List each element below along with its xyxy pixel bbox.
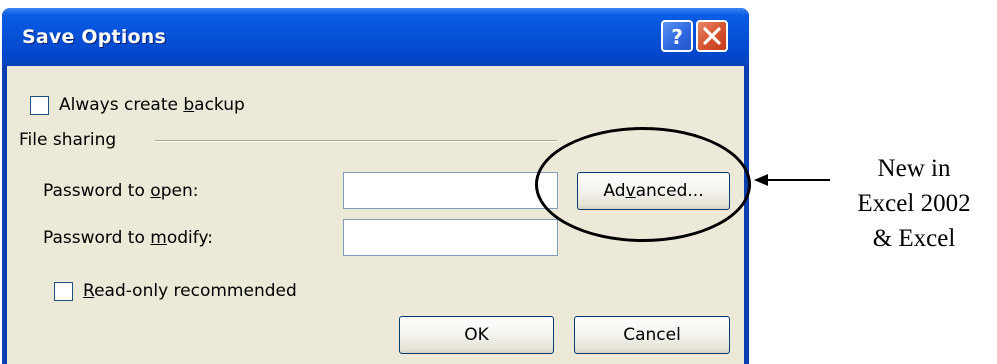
password-modify-label: Password to modify: bbox=[43, 228, 213, 248]
backup-label[interactable]: Always create backup bbox=[59, 95, 245, 115]
annotation-note: New in Excel 2002 & Excel bbox=[834, 151, 994, 256]
annotation-line: New in bbox=[877, 155, 951, 182]
close-x-icon bbox=[703, 27, 721, 45]
password-open-label: Password to open: bbox=[43, 181, 199, 201]
file-sharing-group-label: File sharing bbox=[19, 130, 117, 150]
backup-checkbox[interactable] bbox=[30, 96, 49, 115]
annotation-line: Excel 2002 bbox=[857, 190, 971, 217]
ok-button[interactable]: OK bbox=[399, 316, 554, 354]
close-button[interactable] bbox=[696, 20, 728, 52]
group-separator bbox=[155, 140, 557, 142]
password-modify-input[interactable] bbox=[343, 219, 558, 256]
annotation-line: & Excel bbox=[872, 225, 956, 252]
readonly-checkbox[interactable] bbox=[54, 282, 73, 301]
readonly-label[interactable]: Read-only recommended bbox=[83, 281, 297, 301]
password-open-input[interactable] bbox=[343, 172, 558, 209]
svg-text:?: ? bbox=[671, 25, 683, 49]
title-bar[interactable]: Save Options ? bbox=[2, 8, 749, 66]
left-arrow-icon bbox=[754, 174, 830, 186]
highlight-ellipse bbox=[535, 127, 751, 242]
cancel-button[interactable]: Cancel bbox=[574, 316, 730, 354]
question-mark-icon: ? bbox=[671, 25, 683, 49]
dialog-title: Save Options bbox=[22, 26, 167, 48]
help-button[interactable]: ? bbox=[661, 20, 693, 52]
